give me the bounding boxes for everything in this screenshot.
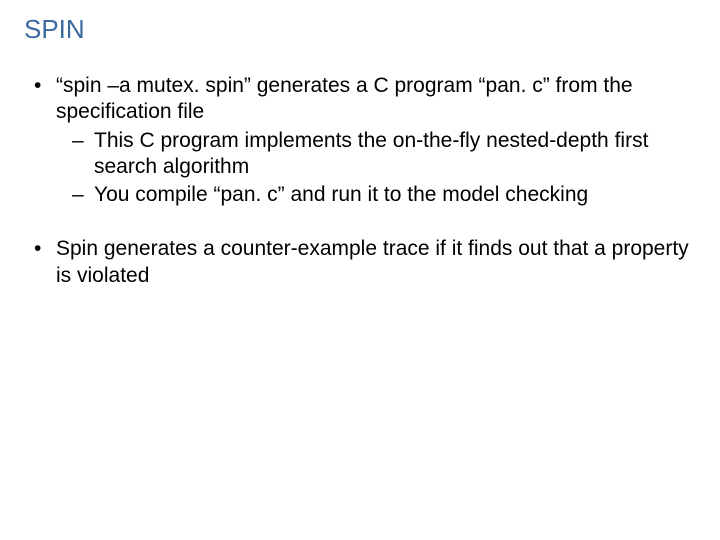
bullet-text: Spin generates a counter-example trace i… [56,237,689,286]
sub-bullet-text: This C program implements the on-the-fly… [94,129,648,178]
slide-content: “spin –a mutex. spin” generates a C prog… [24,73,696,289]
bullet-list: “spin –a mutex. spin” generates a C prog… [24,73,696,289]
bullet-text: “spin –a mutex. spin” generates a C prog… [56,74,633,123]
sub-bullet-item: You compile “pan. c” and run it to the m… [70,182,696,208]
sub-bullet-text: You compile “pan. c” and run it to the m… [94,183,588,206]
slide-title: SPIN [24,14,696,45]
sub-bullet-item: This C program implements the on-the-fly… [70,128,696,181]
slide: SPIN “spin –a mutex. spin” generates a C… [0,0,720,540]
bullet-item: “spin –a mutex. spin” generates a C prog… [30,73,696,208]
sub-bullet-list: This C program implements the on-the-fly… [56,128,696,209]
bullet-item: Spin generates a counter-example trace i… [30,236,696,289]
